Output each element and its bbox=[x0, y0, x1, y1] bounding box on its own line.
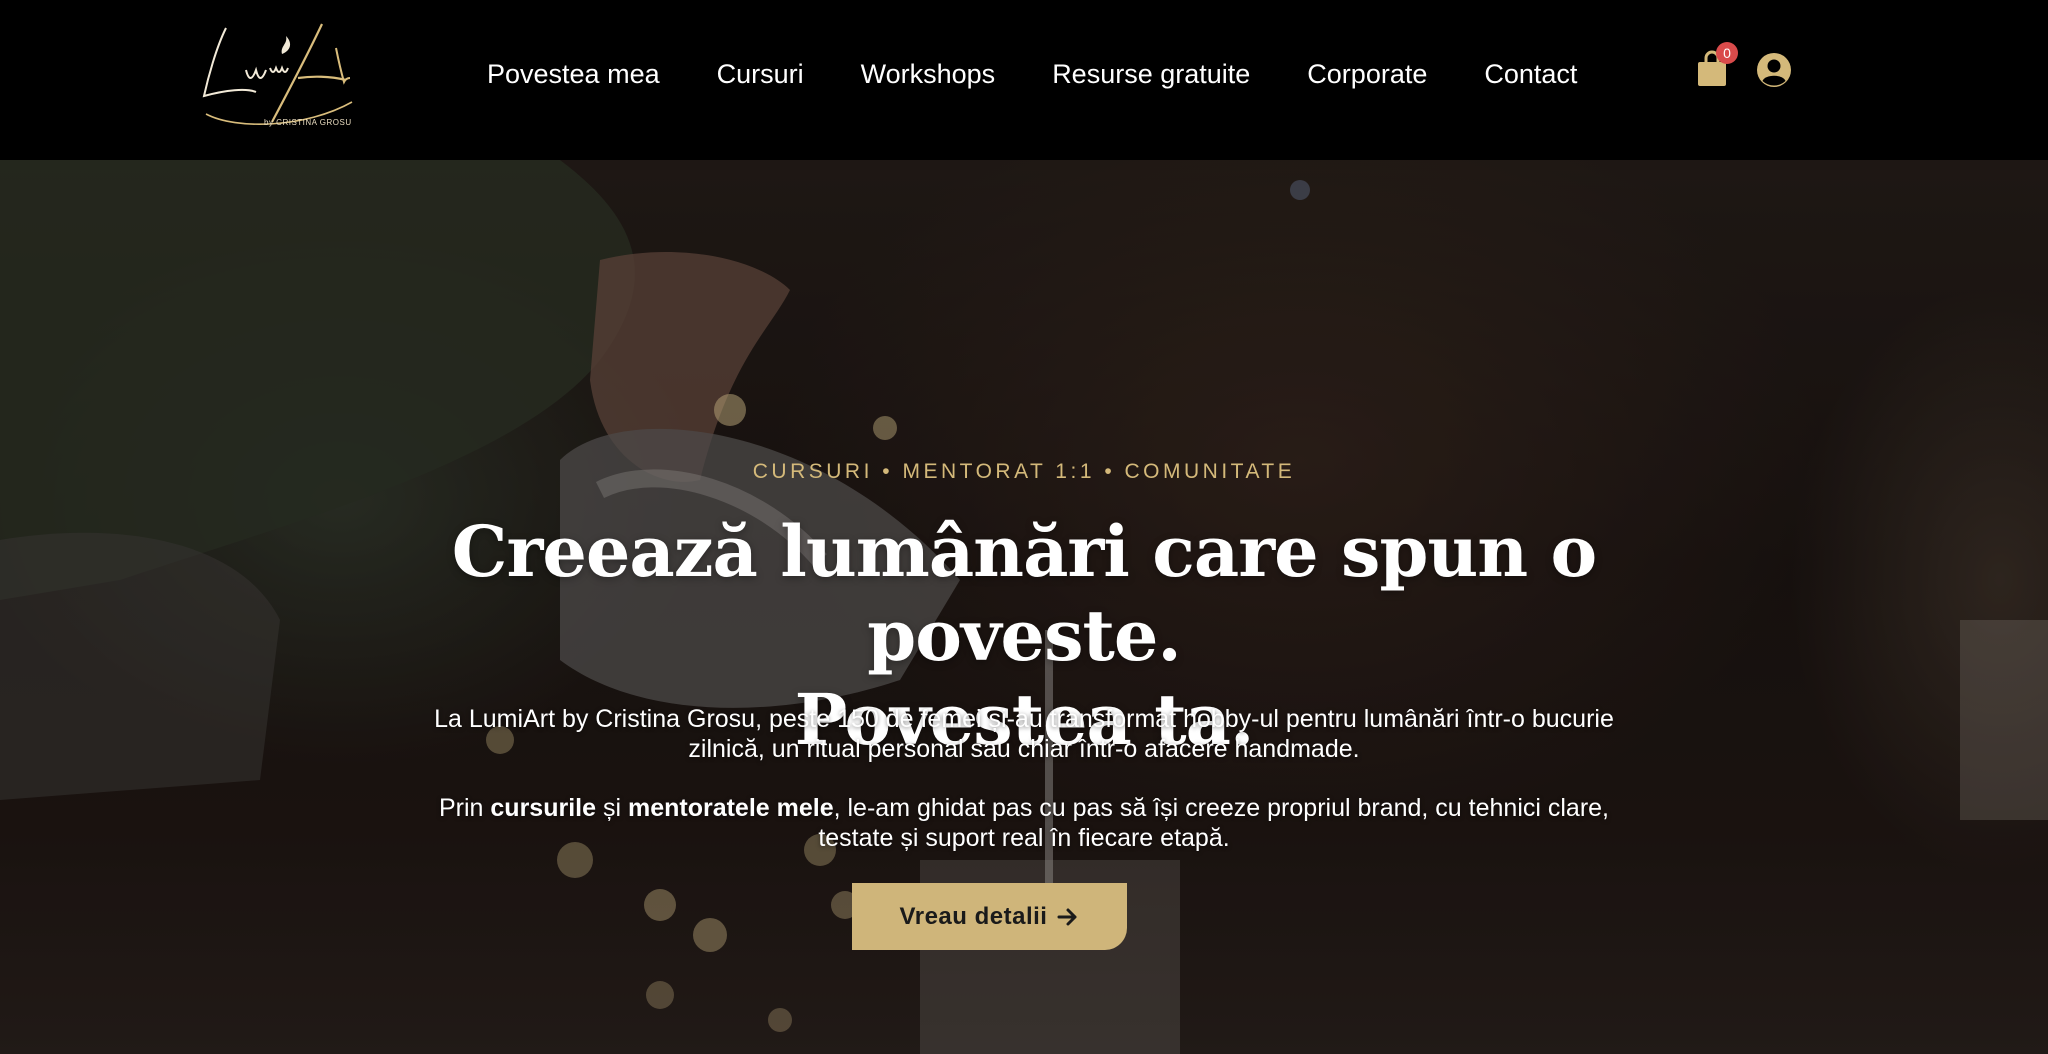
main-nav: Povestea mea Cursuri Workshops Resurse g… bbox=[487, 58, 1577, 90]
arrow-right-icon bbox=[1057, 908, 1077, 925]
hero-paragraph-2: Prin cursurile și mentoratele mele, le-a… bbox=[404, 793, 1644, 853]
site-header: by CRISTINA GROSU Povestea mea Cursuri W… bbox=[0, 0, 2048, 160]
hero-eyebrow: CURSURI • MENTORAT 1:1 • COMUNITATE bbox=[752, 460, 1296, 483]
account-button[interactable] bbox=[1756, 52, 1792, 88]
nav-item-contact[interactable]: Contact bbox=[1484, 58, 1577, 90]
cta-label: Vreau detalii bbox=[899, 902, 1048, 930]
hero-paragraph-2-mid: și bbox=[596, 794, 628, 822]
nav-item-povestea-mea[interactable]: Povestea mea bbox=[487, 58, 660, 90]
hero-paragraph-2-bold-2: mentoratele mele bbox=[627, 794, 834, 822]
nav-item-corporate[interactable]: Corporate bbox=[1307, 58, 1427, 90]
hero-section: CURSURI • MENTORAT 1:1 • COMUNITATE Cree… bbox=[0, 160, 2048, 1054]
vreau-detalii-button[interactable]: Vreau detalii bbox=[852, 883, 1127, 950]
nav-item-workshops[interactable]: Workshops bbox=[861, 58, 996, 90]
user-circle-icon bbox=[1757, 53, 1791, 87]
logo-caption: by CRISTINA GROSU bbox=[264, 118, 352, 127]
lumiart-logo-mark bbox=[202, 23, 353, 125]
hero-paragraph-1: La LumiArt by Cristina Grosu, peste 150 … bbox=[434, 705, 1614, 763]
hero-paragraph-2-bold-1: cursurile bbox=[490, 794, 597, 822]
nav-item-cursuri[interactable]: Cursuri bbox=[717, 58, 804, 90]
nav-item-resurse-gratuite[interactable]: Resurse gratuite bbox=[1052, 58, 1250, 90]
lumiart-logo[interactable]: by CRISTINA GROSU bbox=[186, 18, 356, 134]
hero-paragraph-2-prefix: Prin bbox=[439, 794, 491, 822]
cart-count-badge: 0 bbox=[1716, 42, 1738, 64]
hero-title-line-1: Creează lumânări care spun o poveste. bbox=[451, 510, 1597, 677]
hero-paragraph-2-suffix: , le-am ghidat pas cu pas să își creeze … bbox=[818, 794, 1609, 852]
